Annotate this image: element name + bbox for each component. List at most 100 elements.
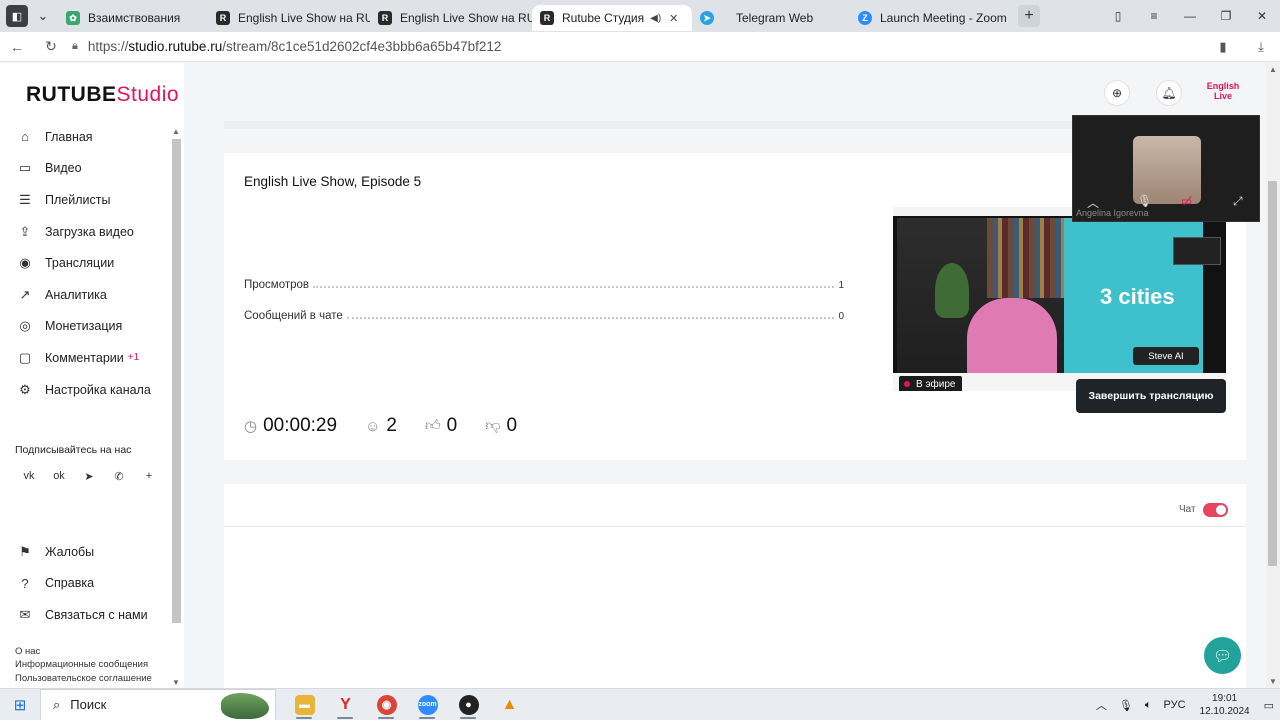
bell-icon[interactable]: 🔔︎: [1156, 80, 1182, 106]
close-window-icon[interactable]: ✕: [1244, 0, 1280, 32]
search-placeholder: Поиск: [70, 697, 107, 712]
tab-rutube-studio[interactable]: R Rutube Студия ◀) ✕: [532, 5, 692, 31]
dislikes-value: 0: [506, 415, 518, 436]
page-scroll-thumb[interactable]: [1268, 181, 1277, 566]
scroll-up-icon[interactable]: ▲: [172, 127, 180, 136]
stat-value: 0: [838, 311, 844, 322]
tab-vzaim[interactable]: ✿ Взаимствования: [58, 5, 208, 31]
stream-preview[interactable]: 3 cities Steve AI В эфире: [893, 207, 1226, 391]
system-clock[interactable]: 19:01 12.10.2024: [1192, 692, 1258, 718]
taskbar-file-explorer[interactable]: ▬: [284, 689, 325, 720]
taskbar-chrome[interactable]: ◉: [366, 689, 407, 720]
footer-link-about[interactable]: О нас: [15, 645, 152, 658]
taskbar-yandex-browser[interactable]: Y: [325, 689, 366, 720]
chat-toggle[interactable]: [1203, 503, 1228, 517]
ok-icon[interactable]: ok: [44, 465, 74, 487]
tab-list-icon[interactable]: ⌄: [28, 0, 58, 32]
tray-microphone-icon[interactable]: 🎙︎: [1113, 699, 1139, 712]
chat-card: Чат: [224, 484, 1246, 688]
live-badge: В эфире: [899, 376, 962, 391]
preview-mini-camera: [1173, 237, 1221, 265]
collections-icon[interactable]: ▯: [1100, 0, 1136, 32]
sidebar: RUTUBEStudio ⌂ Главная ▭ Видео ☰ Плейлисты …: [0, 63, 184, 688]
sidebar-item-broadcasts[interactable]: ◉ Трансляции: [16, 247, 166, 279]
sidebar-item-contact[interactable]: ✉ Связаться с нами: [16, 599, 166, 631]
bookmark-icon[interactable]: ▮: [1204, 32, 1242, 62]
speaker-icon[interactable]: ◀): [650, 13, 661, 24]
add-content-icon[interactable]: ⊕: [1104, 80, 1130, 106]
browser-menu-icon[interactable]: ◧: [6, 5, 28, 27]
sidebar-item-home[interactable]: ⌂ Главная: [16, 121, 166, 153]
expand-icon[interactable]: ⤢: [1233, 194, 1243, 209]
sidebar-item-channel-settings[interactable]: ⚙ Настройка канала: [16, 374, 166, 406]
sidebar-item-label: Загрузка видео: [45, 224, 134, 239]
end-broadcast-button[interactable]: Завершить трансляцию: [1076, 379, 1226, 413]
dotted-leader: [346, 317, 835, 319]
vk-icon[interactable]: vk: [14, 465, 44, 487]
zoom-floating-window[interactable]: ︿ 🎙︎ ▭̸ ⤢ Angelina Igorevna: [1072, 115, 1260, 222]
search-icon: ⌕: [53, 696, 61, 712]
windows-taskbar: ⊞ ⌕ Поиск ▬ Y ◉ zoom ● ▲ ︿ 🎙︎ 🔈︎ РУС 19:…: [0, 688, 1280, 720]
taskbar-search[interactable]: ⌕ Поиск: [40, 688, 276, 720]
taskbar-apps: ▬ Y ◉ zoom ● ▲: [284, 689, 530, 720]
reload-icon[interactable]: ↻: [34, 32, 68, 62]
sidebar-item-playlists[interactable]: ☰ Плейлисты: [16, 184, 166, 216]
footer-link-info[interactable]: Информационные сообщения: [15, 658, 152, 671]
taskbar-vlc[interactable]: ▲: [489, 689, 530, 720]
zoom-icon: zoom: [417, 694, 438, 715]
tray-chevron-up-icon[interactable]: ︿: [1090, 697, 1113, 713]
close-tab-icon[interactable]: ✕: [669, 12, 678, 25]
menu-icon[interactable]: ≡: [1136, 0, 1172, 32]
restore-icon[interactable]: ❐: [1208, 0, 1244, 32]
new-tab-button[interactable]: +: [1018, 5, 1040, 27]
scroll-up-icon[interactable]: ▲: [1269, 65, 1277, 74]
tab-zoom[interactable]: Z Launch Meeting - Zoom: [850, 5, 1014, 31]
windows-start-icon[interactable]: ⊞: [0, 689, 40, 720]
tab-telegram[interactable]: ➤ Telegram Web: [692, 5, 850, 31]
sidebar-item-label: Справка: [45, 576, 95, 591]
microphone-icon[interactable]: 🎙︎: [1137, 194, 1152, 208]
sidebar-item-upload[interactable]: ⇪ Загрузка видео: [16, 216, 166, 248]
sidebar-item-label: Настройка канала: [45, 382, 151, 397]
folder-icon: ▬: [294, 694, 315, 715]
mail-icon: ✉: [19, 606, 31, 622]
taskbar-obs[interactable]: ●: [448, 689, 489, 720]
sidebar-item-comments[interactable]: ▢ Комментарии +1: [16, 342, 166, 374]
minimize-icon[interactable]: —: [1172, 0, 1208, 32]
sidebar-item-help[interactable]: ? Справка: [16, 568, 166, 600]
camera-off-icon[interactable]: ▭̸: [1181, 194, 1192, 208]
back-icon[interactable]: ←: [0, 32, 34, 62]
viber-icon[interactable]: ✆: [104, 465, 134, 487]
plus-icon[interactable]: +: [134, 465, 164, 487]
telegram-icon[interactable]: ➤: [74, 465, 104, 487]
tab-english-live-1[interactable]: R English Live Show на RU: [208, 5, 370, 31]
sidebar-secondary-menu: ⚑ Жалобы ? Справка ✉ Связаться с нами: [16, 536, 166, 631]
logo-text-rutube: RUTUBE: [26, 83, 117, 106]
sidebar-item-analytics[interactable]: ↗ Аналитика: [16, 279, 166, 311]
page-scrollbar[interactable]: ▲ ▼: [1266, 63, 1280, 688]
tab-english-live-2[interactable]: R English Live Show на RU: [370, 5, 532, 31]
likes-value: 0: [446, 415, 458, 436]
tray-volume-icon[interactable]: 🔈︎: [1139, 699, 1158, 712]
dislikes-metric: 👎︎ 0: [485, 415, 517, 437]
rutube-studio-logo[interactable]: RUTUBEStudio: [26, 83, 179, 107]
footer-link-agreement[interactable]: Пользовательское соглашение: [15, 672, 152, 685]
upload-icon: ⇪: [19, 223, 31, 239]
scroll-down-icon[interactable]: ▼: [1269, 677, 1277, 686]
sidebar-item-monetization[interactable]: ◎ Монетизация: [16, 311, 166, 343]
sidebar-scrollbar[interactable]: ▲ ▼: [171, 127, 181, 687]
sidebar-item-video[interactable]: ▭ Видео: [16, 153, 166, 185]
support-chat-button[interactable]: 💬︎: [1204, 637, 1241, 674]
download-icon[interactable]: ⤓: [1242, 32, 1280, 62]
studio-page: RUTUBEStudio ⌂ Главная ▭ Видео ☰ Плейлисты …: [0, 63, 1280, 688]
stat-chat-messages: Сообщений в чате 0: [244, 306, 844, 322]
sidebar-scroll-thumb[interactable]: [172, 139, 181, 623]
sidebar-item-complaints[interactable]: ⚑ Жалобы: [16, 536, 166, 568]
language-indicator[interactable]: РУС: [1158, 699, 1192, 711]
channel-avatar[interactable]: English Live: [1204, 81, 1242, 107]
taskbar-zoom[interactable]: zoom: [407, 689, 448, 720]
url-field[interactable]: 🔒︎ https://studio.rutube.ru/stream/8c1ce…: [72, 39, 501, 54]
scroll-down-icon[interactable]: ▼: [172, 678, 180, 687]
clock-date: 12.10.2024: [1199, 706, 1250, 717]
notifications-icon[interactable]: ▭: [1258, 699, 1280, 712]
